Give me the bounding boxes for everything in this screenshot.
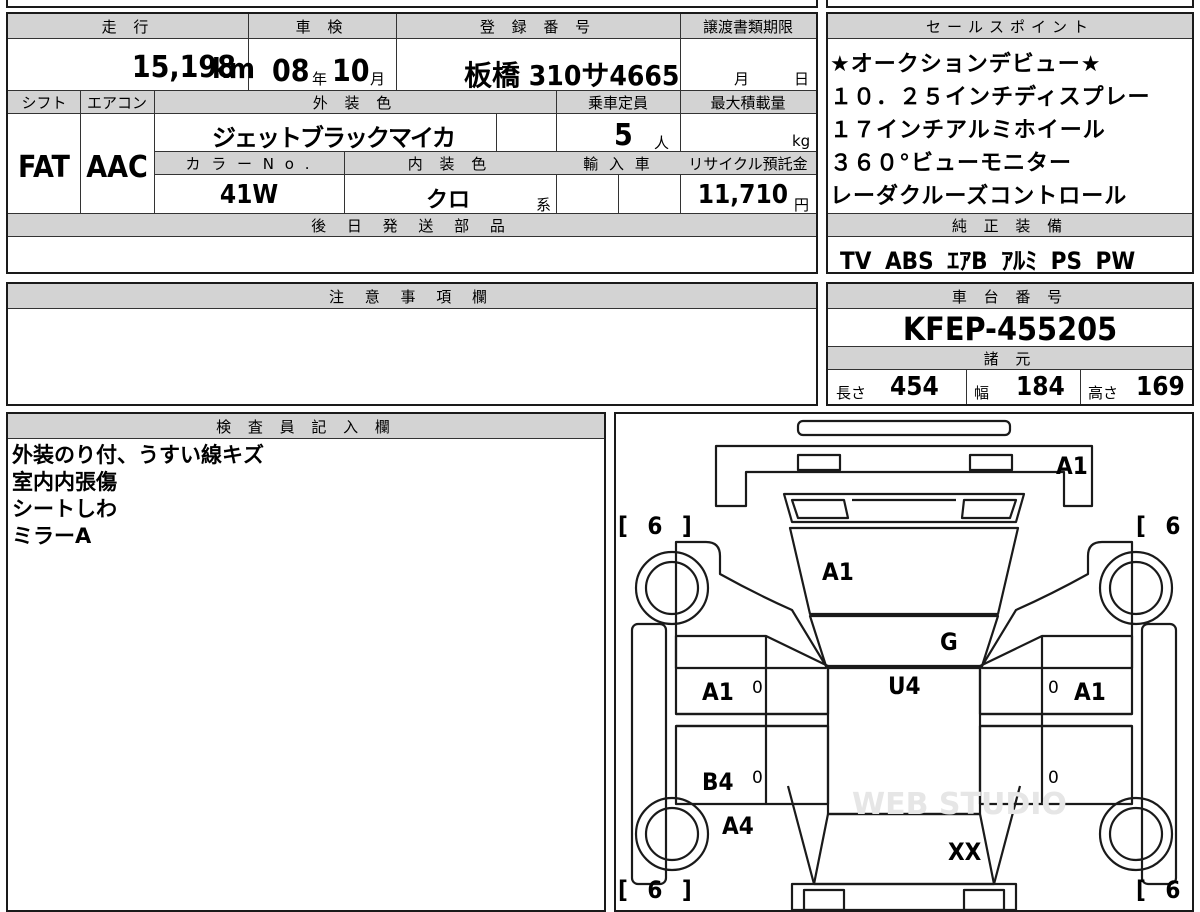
sales-point-line-4: ３６０°ビューモニター — [830, 151, 1073, 176]
door-mark-left-front: 0 — [752, 678, 763, 698]
mileage-unit: km — [212, 52, 255, 85]
left-fender-outline — [674, 540, 828, 670]
inspection-month-unit: 月 — [370, 70, 386, 88]
mileage-label: 走 行 — [101, 18, 155, 36]
inspector-box: 検 査 員 記 入 欄 外装のり付、うすい線キズ 室内内張傷 シートしわ ミラー… — [6, 412, 606, 912]
car-diagram-box: WEB STUDIO [ 6 ] [ 6 ] [ 6 ] [ 6 ] A1 A1… — [614, 412, 1194, 912]
chassis-label: 車 台 番 号 — [951, 288, 1069, 306]
notes-label: 注 意 事 項 欄 — [328, 288, 496, 306]
right-fender-outline — [980, 540, 1134, 670]
mark-hood: A1 — [822, 558, 854, 586]
left-front-door — [674, 634, 830, 716]
mark-left-rear-quarter: A4 — [722, 812, 754, 840]
sales-point-box: セールスポイント ★オークションデビュー★ １０．２５インチディスプレー １７イ… — [826, 12, 1194, 275]
rear-bumper-outline — [790, 882, 1018, 910]
later-parts-label: 後 日 発 送 部 品 — [311, 217, 513, 235]
inspection-month: 10 — [332, 54, 370, 89]
door-mark-right-rear: 0 — [1048, 768, 1059, 788]
top-strip-left — [6, 0, 818, 8]
maxload-unit: kg — [792, 132, 811, 150]
transfer-month-unit: 月 — [734, 70, 750, 88]
color-no-value: 41W — [219, 180, 279, 210]
vehicle-info-box: 走 行 車 検 登 録 番 号 譲渡書類期限 15,198 km 08 年 10… — [6, 12, 818, 274]
right-front-door — [978, 634, 1134, 716]
sales-point-line-3: １７インチアルミホイール — [830, 118, 1106, 143]
inspector-remark-2: 室内内張傷 — [12, 470, 117, 494]
transfer-deadline-label: 譲渡書類期限 — [702, 18, 793, 36]
interior-unit: 系 — [536, 196, 552, 214]
car-diagram: WEB STUDIO — [630, 419, 1178, 910]
inspector-label: 検 査 員 記 入 欄 — [216, 418, 396, 436]
mark-left-front-door: A1 — [702, 678, 734, 706]
chassis-box: 車 台 番 号 KFEP-455205 諸 元 長さ 454 幅 184 高さ … — [826, 282, 1194, 406]
sales-point-line-1: ★オークションデビュー★ — [830, 52, 1102, 77]
inspection-label: 車 検 — [295, 18, 349, 36]
shift-label: シフト — [21, 94, 67, 112]
width-label: 幅 — [974, 384, 990, 402]
left-rear-door — [674, 724, 830, 806]
exterior-color-value: ジェットブラックマイカ — [212, 124, 456, 152]
right-headlight — [968, 453, 1014, 472]
inspector-remark-3: シートしわ — [12, 497, 117, 521]
length-value: 454 — [890, 372, 939, 402]
equipment-value: TV ABS ｴｱB ｱﾙﾐ PS PW — [840, 247, 1136, 275]
exterior-label: 外 装 色 — [312, 94, 398, 112]
maxload-label: 最大積載量 — [710, 94, 786, 112]
aircon-value: AAC — [86, 150, 148, 185]
equipment-label: 純 正 装 備 — [951, 217, 1069, 235]
chassis-number: KFEP-455205 — [902, 310, 1118, 348]
color-no-label: カ ラ ー N o . — [185, 155, 313, 173]
inspection-year: 08 — [272, 54, 310, 89]
mark-rear: XX — [948, 838, 982, 866]
interior-label: 内 装 色 — [407, 155, 493, 173]
inspector-remark-4: ミラーA — [12, 524, 92, 548]
recycle-value: 11,710 — [697, 180, 788, 210]
capacity-label: 乗車定員 — [587, 94, 648, 112]
registration-label: 登 録 番 号 — [479, 18, 597, 36]
sales-point-label: セールスポイント — [925, 18, 1094, 36]
left-headlight — [796, 453, 842, 472]
mark-right-front-door: A1 — [1074, 678, 1106, 706]
tire-right-top: [ 6 ] — [1136, 512, 1192, 540]
mark-windshield: G — [940, 628, 958, 656]
recycle-unit: 円 — [794, 196, 810, 214]
tire-left-top: [ 6 ] — [618, 512, 698, 540]
sales-point-line-5: レーダクルーズコントロール — [830, 184, 1128, 209]
transfer-day-unit: 日 — [794, 70, 810, 88]
aircon-label: エアコン — [86, 94, 147, 112]
mark-front-bumper: A1 — [1056, 452, 1088, 480]
capacity-value: 5 — [614, 118, 633, 153]
front-bumper-outline — [714, 444, 1094, 508]
interior-value: クロ — [426, 188, 471, 213]
recycle-label: リサイクル預託金 — [688, 155, 808, 173]
width-value: 184 — [1016, 372, 1065, 402]
notes-box: 注 意 事 項 欄 — [6, 282, 818, 406]
front-bar-outline — [796, 419, 1012, 437]
top-strip-right — [826, 0, 1194, 8]
windshield-outline — [808, 614, 1000, 668]
mark-roof: U4 — [888, 672, 921, 700]
sales-point-line-2: １０．２５インチディスプレー — [830, 85, 1151, 110]
mark-left-rear-door: B4 — [702, 768, 734, 796]
registration-value: 板橋 310サ4665 — [464, 59, 680, 92]
watermark-text: WEB STUDIO — [852, 787, 1067, 822]
specs-label: 諸 元 — [983, 350, 1037, 368]
shift-value: FAT — [18, 150, 70, 185]
height-label: 高さ — [1088, 384, 1119, 402]
inspection-year-unit: 年 — [312, 70, 328, 88]
import-label: 輸 入 車 — [583, 155, 653, 173]
capacity-unit: 人 — [654, 134, 670, 152]
length-label: 長さ — [836, 384, 867, 402]
door-mark-right-front: 0 — [1048, 678, 1059, 698]
inspector-remark-1: 外装のり付、うすい線キズ — [12, 443, 264, 467]
door-mark-left-rear: 0 — [752, 768, 763, 788]
height-value: 169 — [1136, 372, 1185, 402]
